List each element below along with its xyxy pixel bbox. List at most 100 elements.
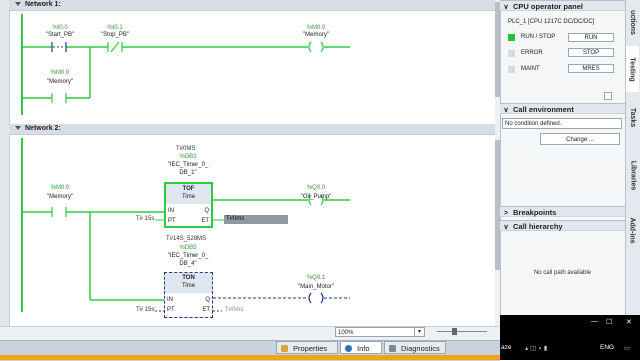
start-pb-name[interactable]: "Start_PB" [35, 32, 85, 38]
run-stop-label: RUN / STOP [521, 34, 556, 40]
tof-pin-pt: PT [168, 218, 176, 224]
error-led [508, 50, 515, 57]
tof-pt-value[interactable]: T# 15s [136, 216, 154, 222]
tab-instructions-label: uctions [629, 9, 637, 35]
error-label: ERROR [521, 50, 543, 56]
tof-pin-in: IN [168, 208, 174, 214]
call-environment-header[interactable]: ∨ Call environment [500, 103, 625, 114]
tof-instance-line1[interactable]: "IEC_Timer_0_ [160, 162, 216, 168]
minimize-button[interactable]: — [591, 318, 598, 325]
run-stop-led [508, 34, 515, 41]
tab-add-ins-label: Add-ins [629, 216, 636, 244]
chevron-down-icon[interactable]: ∨ [502, 2, 510, 13]
ton-timer-block[interactable]: TON Time IN Q PT ET [164, 272, 213, 318]
ton-et-value[interactable]: T#0ms [225, 307, 243, 313]
zoom-slider-knob[interactable] [452, 328, 457, 335]
tab-diagnostics[interactable]: Diagnostics [384, 341, 446, 354]
memory-hold-name[interactable]: "Memory" [35, 79, 85, 85]
zoom-value: 100% [338, 330, 354, 336]
main-motor-coil-right [320, 292, 324, 304]
tof-timer-block[interactable]: TOF Time IN Q PT ET [164, 182, 213, 228]
n2-memory-name[interactable]: "Memory" [35, 194, 85, 200]
tab-tasks-label: Tasks [629, 107, 636, 127]
tab-info-label: Info [357, 344, 370, 353]
main-motor-address: %Q0.1 [306, 275, 326, 281]
chevron-down-icon[interactable]: ∨ [502, 105, 510, 116]
tab-properties-label: Properties [293, 344, 328, 353]
tab-tasks[interactable]: Tasks [626, 98, 639, 136]
cpu-operator-panel-header[interactable]: ∨ CPU operator panel [500, 0, 625, 11]
chevron-down-icon[interactable]: ∨ [502, 222, 510, 233]
tab-add-ins[interactable]: Add-ins [626, 210, 639, 250]
ton-db-address: %DB5 [179, 245, 197, 251]
ton-pt-value[interactable]: T# 15s [136, 307, 154, 313]
ton-pin-in: IN [167, 297, 173, 303]
memory-coil-left [308, 41, 312, 53]
chevron-down-icon[interactable]: ▾ [414, 328, 424, 336]
memory-coil-right [320, 41, 324, 53]
run-button[interactable]: RUN [568, 33, 614, 42]
call-hierarchy-title: Call hierarchy [513, 222, 563, 231]
ladder-wiring [21, 14, 350, 312]
language-indicator[interactable]: ENG [600, 344, 614, 351]
tab-libraries-label: Libraries [629, 160, 637, 190]
cpu-panel-title: CPU operator panel [513, 2, 584, 11]
ton-subtitle: Time [181, 283, 196, 289]
zoom-select[interactable]: 100% ▾ [335, 327, 425, 337]
info-icon [345, 345, 352, 352]
memory-hold-address: %M0.0 [50, 70, 70, 76]
tab-testing-label: Testing [629, 56, 636, 82]
maximize-button[interactable]: ☐ [606, 318, 612, 326]
tab-info[interactable]: Info [340, 341, 382, 354]
maint-label: MAINT [521, 66, 540, 72]
zoom-slider-track[interactable] [437, 331, 487, 332]
mres-button[interactable]: MRES [568, 64, 614, 73]
taskbar-app-label[interactable]: aze [501, 344, 511, 351]
oil-pump-address: %Q0.0 [306, 185, 326, 191]
taskbar [500, 315, 640, 360]
start-pb-address: %I0.0 [52, 25, 68, 31]
ton-pin-pt: PT [167, 307, 175, 313]
stop-button[interactable]: STOP [568, 48, 614, 57]
properties-icon [281, 345, 288, 352]
tab-testing[interactable]: Testing [626, 46, 639, 92]
ton-instance-line1[interactable]: "IEC_Timer_0_ [160, 253, 216, 259]
breakpoints-title: Breakpoints [513, 208, 557, 217]
call-hierarchy-header[interactable]: ∨ Call hierarchy [500, 220, 625, 231]
stop-pb-address: %I0.1 [107, 25, 123, 31]
no-call-path-text: No call path available [533, 270, 592, 276]
condition-field[interactable]: No condition defined. [502, 118, 622, 129]
ton-instance-line2[interactable]: DB_4" [160, 261, 216, 267]
diagnostics-icon [389, 345, 396, 352]
ton-pin-q: Q [205, 297, 210, 303]
tof-subtitle: Time [181, 194, 196, 200]
tab-diagnostics-label: Diagnostics [401, 344, 440, 353]
tab-libraries[interactable]: Libraries [626, 150, 639, 200]
tray-icons[interactable]: ▴ ◫ ◖ ▮ [525, 344, 547, 352]
stop-contact-slash [110, 41, 120, 53]
breakpoints-header[interactable]: > Breakpoints [500, 206, 625, 217]
n2-memory-address: %M0.0 [50, 185, 70, 191]
tab-instructions[interactable]: uctions [626, 2, 639, 42]
tof-instance-line2[interactable]: DB_1" [160, 170, 216, 176]
main-motor-name[interactable]: "Main_Motor" [291, 284, 341, 290]
tof-et-value[interactable]: T#0ms [224, 215, 288, 224]
tof-top-value: T#0MS [176, 146, 196, 152]
cpu-name: PLC_1 [CPU 1217C DC/DC/DC] [508, 19, 595, 25]
notification-icon[interactable]: ▭ [624, 344, 630, 352]
tof-title: TOF [182, 186, 195, 192]
main-motor-coil-left [308, 292, 312, 304]
change-button[interactable]: Change ... [540, 133, 620, 145]
memory-coil-name[interactable]: "Memory" [291, 32, 341, 38]
tab-properties[interactable]: Properties [276, 341, 338, 354]
tof-pin-q: Q [204, 208, 209, 214]
oil-pump-name[interactable]: "Oil_Pump" [291, 194, 341, 200]
tof-pin-et: ET [201, 218, 209, 224]
close-button[interactable]: ✕ [626, 318, 632, 326]
chevron-right-icon[interactable]: > [502, 208, 510, 219]
panel-resize-handle[interactable] [604, 92, 612, 100]
stop-pb-name[interactable]: "Stop_PB" [90, 32, 140, 38]
tof-db-address: %DB2 [179, 154, 197, 160]
call-env-title: Call environment [513, 105, 574, 114]
maint-led [508, 66, 515, 73]
